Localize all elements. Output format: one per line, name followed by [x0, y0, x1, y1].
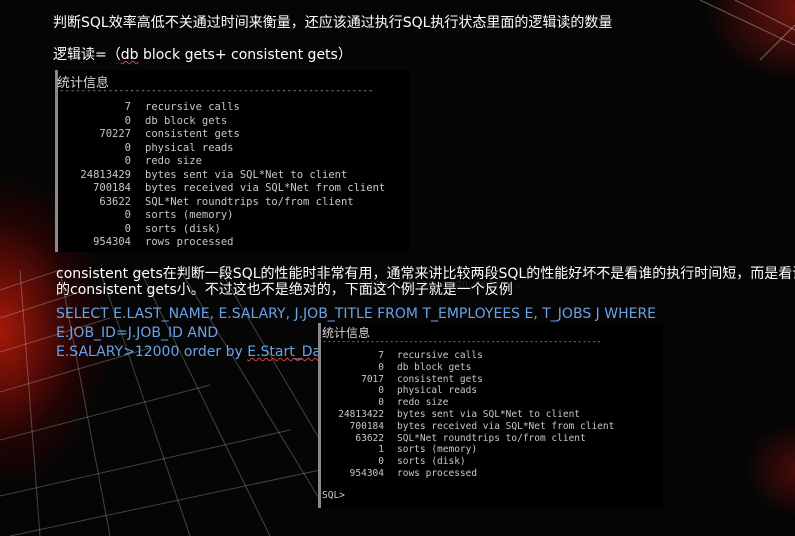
stat-row: 0 sorts (disk) — [318, 456, 466, 468]
stats-rule: ----------------------------------------… — [59, 86, 374, 96]
stat-row: 63622 SQL*Net roundtrips to/from client — [318, 432, 586, 444]
stat-label: sorts (disk) — [145, 222, 221, 235]
stat-row: 70227 consistent gets — [55, 128, 240, 140]
stat-row: 0 redo size — [55, 155, 202, 167]
stat-value: 0 — [378, 361, 384, 373]
stat-value: 0 — [124, 222, 131, 235]
stat-label: consistent gets — [145, 128, 240, 140]
stats-screenshot-2: 统计信息 -----------------------------------… — [318, 323, 663, 508]
stat-value: 70227 — [99, 128, 131, 140]
stat-row: 1 sorts (memory) — [318, 444, 477, 455]
stat-value: 700184 — [349, 420, 384, 432]
stat-label: db block gets — [145, 114, 228, 127]
intro-line-2: 逻辑读=（db block gets+ consistent gets） — [53, 44, 352, 64]
stat-label: sorts (memory) — [145, 209, 234, 221]
stat-row: 0 sorts (memory) — [55, 209, 234, 221]
sql-line-2-prefix: E.SALARY>12000 order by — [56, 344, 248, 360]
stat-row: 24813429 bytes sent via SQL*Net to client — [55, 169, 347, 181]
stat-value: 63622 — [99, 195, 131, 208]
watermark-text: http://blog.csdn.net/... — [362, 277, 521, 290]
logical-reads-prefix: 逻辑读=（ — [53, 47, 121, 63]
stat-row: 954304 rows processed — [55, 236, 234, 248]
stat-value: 0 — [124, 209, 131, 221]
stat-value: 1 — [378, 444, 384, 456]
stat-label: consistent gets — [397, 373, 483, 385]
stat-value: 7 — [124, 101, 131, 113]
stat-row: 0 physical reads — [55, 142, 234, 154]
stat-row: 63622 SQL*Net roundtrips to/from client — [55, 195, 354, 208]
stat-row: 7017 consistent gets — [318, 374, 483, 385]
stat-value: 0 — [124, 114, 131, 127]
stat-label: db block gets — [397, 361, 472, 373]
stat-label: SQL*Net roundtrips to/from client — [397, 432, 586, 444]
stat-label: physical reads — [397, 385, 478, 397]
stat-label: rows processed — [145, 236, 234, 248]
stat-value: 24813422 — [338, 409, 384, 420]
stat-label: redo size — [145, 155, 202, 167]
stat-row: 0 sorts (disk) — [55, 223, 221, 235]
db-keyword: db — [120, 47, 139, 63]
stat-label: rows processed — [397, 468, 478, 479]
stat-label: sorts (disk) — [397, 456, 466, 468]
stat-label: bytes sent via SQL*Net to client — [397, 409, 581, 420]
stat-label: SQL*Net roundtrips to/from client — [145, 195, 354, 208]
stat-row: 0 redo size — [318, 397, 448, 408]
stat-value: 700184 — [93, 182, 131, 194]
stat-label: physical reads — [145, 141, 234, 154]
stat-value: 7017 — [361, 373, 384, 385]
stat-row: 24813422 bytes sent via SQL*Net to client — [318, 409, 580, 420]
stat-label: bytes received via SQL*Net from client — [145, 182, 386, 194]
sql-prompt[interactable]: SQL> — [322, 490, 345, 501]
stat-value: 954304 — [93, 236, 131, 248]
stat-value: 63622 — [355, 432, 384, 444]
stat-value: 7 — [378, 350, 384, 361]
stat-value: 0 — [378, 456, 384, 468]
stat-row: 0 db block gets — [318, 362, 471, 373]
stat-row: 7 recursive calls — [318, 350, 483, 361]
stat-value: 0 — [378, 397, 384, 409]
stat-label: bytes sent via SQL*Net to client — [145, 168, 348, 181]
stat-row: 700184 bytes received via SQL*Net from cl… — [318, 420, 615, 432]
stat-label: recursive calls — [145, 101, 240, 113]
stat-row: 0 db block gets — [55, 114, 228, 127]
stat-value: 24813429 — [80, 168, 131, 181]
stat-label: redo size — [397, 397, 449, 409]
stat-row: 7 recursive calls — [55, 101, 240, 113]
intro-line-1: 判断SQL效率高低不关通过时间来衡量，还应该通过执行SQL执行状态里面的逻辑读的… — [53, 15, 613, 31]
stats-screenshot-1: 统计信息 -----------------------------------… — [55, 70, 410, 252]
stats-rule: ----------------------------------------… — [322, 337, 602, 346]
stat-label: bytes received via SQL*Net from client — [397, 420, 615, 432]
stat-row: 700184 bytes received via SQL*Net from cl… — [55, 182, 385, 194]
stat-value: 0 — [124, 141, 131, 154]
stat-value: 0 — [124, 155, 131, 167]
stat-row: 0 physical reads — [318, 385, 477, 396]
logical-reads-suffix: block gets+ consistent gets） — [138, 47, 352, 63]
stat-value: 0 — [378, 385, 384, 397]
stat-label: recursive calls — [397, 350, 483, 361]
stat-label: sorts (memory) — [397, 444, 478, 456]
stat-row: 954304 rows processed — [318, 468, 477, 479]
stat-value: 954304 — [349, 468, 384, 479]
